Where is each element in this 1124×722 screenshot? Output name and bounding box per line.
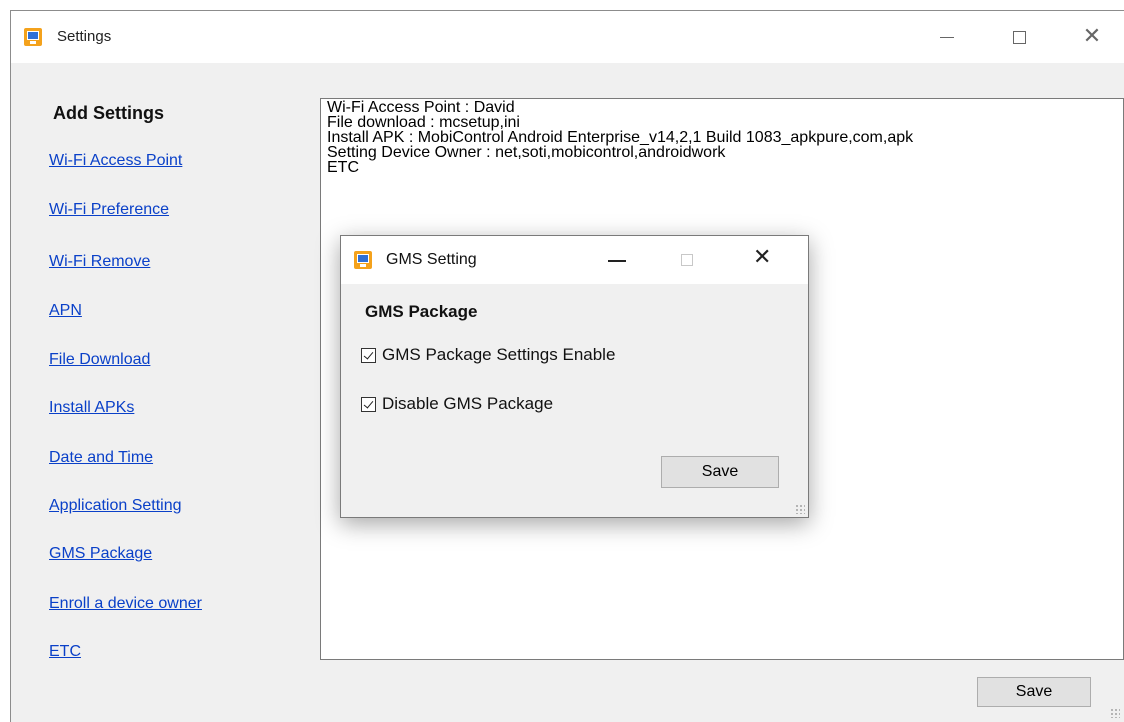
nav-link-application-setting[interactable]: Application Setting [49, 497, 182, 515]
nav-link-apn[interactable]: APN [49, 302, 82, 320]
checkbox-checked-icon[interactable] [361, 396, 376, 412]
checkbox-checked-icon[interactable] [361, 347, 376, 363]
app-monitor-icon [24, 28, 42, 46]
log-line: Wi-Fi Access Point : David [327, 99, 515, 116]
nav-link-wifi-remove[interactable]: Wi-Fi Remove [49, 253, 150, 271]
maximize-button[interactable] [996, 11, 1042, 63]
dialog-heading: GMS Package [365, 302, 478, 321]
save-button[interactable]: Save [977, 677, 1091, 707]
sidebar-title: Add Settings [53, 103, 164, 123]
dialog-title: GMS Setting [386, 251, 477, 268]
nav-link-wifi-preference[interactable]: Wi-Fi Preference [49, 201, 169, 219]
log-line: Install APK : MobiControl Android Enterp… [327, 129, 914, 146]
maximize-icon [1012, 30, 1026, 44]
dialog-save-button[interactable]: Save [661, 456, 779, 488]
dialog-minimize-icon[interactable] [608, 260, 626, 262]
nav-link-enroll-device-owner[interactable]: Enroll a device owner [49, 595, 202, 613]
log-line: Setting Device Owner : net,soti,mobicont… [327, 144, 726, 161]
resize-grip-icon[interactable] [1110, 708, 1120, 718]
nav-link-date-and-time[interactable]: Date and Time [49, 449, 153, 467]
close-button[interactable]: ✕ [1069, 11, 1115, 63]
dialog-maximize-icon [681, 254, 693, 266]
log-line: File download : mcsetup,ini [327, 114, 520, 131]
minimize-button[interactable] [924, 11, 970, 63]
gms-settings-enable-checkbox[interactable]: GMS Package Settings Enable [361, 345, 615, 365]
nav-link-wifi-access-point[interactable]: Wi-Fi Access Point [49, 152, 182, 170]
title-bar: Settings ✕ [11, 11, 1124, 63]
checkbox-label: Disable GMS Package [382, 394, 554, 413]
minimize-icon [940, 36, 954, 38]
disable-gms-package-checkbox[interactable]: Disable GMS Package [361, 394, 553, 414]
nav-link-file-download[interactable]: File Download [49, 351, 150, 369]
nav-link-gms-package[interactable]: GMS Package [49, 545, 152, 563]
settings-window: Settings ✕ Add Settings Wi-Fi Access Poi… [10, 10, 1124, 722]
dialog-title-bar: GMS Setting ✕ [341, 236, 808, 284]
window-title: Settings [57, 28, 112, 45]
checkbox-label: GMS Package Settings Enable [382, 345, 616, 364]
dialog-resize-grip-icon[interactable] [795, 504, 805, 514]
gms-setting-dialog: GMS Setting ✕ GMS Package GMS Package Se… [340, 235, 809, 518]
nav-link-etc[interactable]: ETC [49, 643, 81, 661]
log-line: ETC [327, 159, 359, 176]
close-icon: ✕ [1082, 24, 1102, 49]
nav-link-install-apks[interactable]: Install APKs [49, 399, 134, 417]
app-monitor-icon [354, 251, 372, 269]
dialog-close-icon[interactable]: ✕ [753, 247, 771, 269]
